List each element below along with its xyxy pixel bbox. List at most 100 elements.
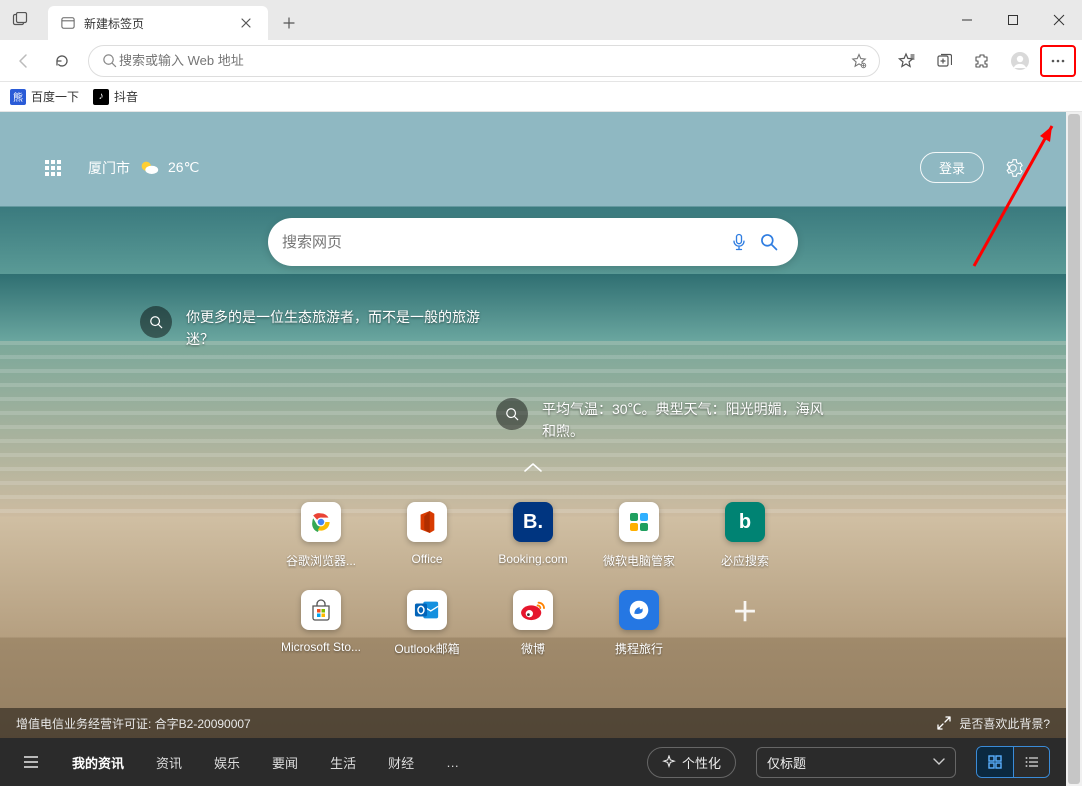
scrollbar-thumb[interactable]: [1068, 114, 1080, 784]
footer-disclaimer: 增值电信业务经营许可证: 合字B2-20090007 是否喜欢此背景?: [0, 708, 1066, 738]
back-button[interactable]: [6, 45, 42, 77]
nav-cat-top[interactable]: 要闻: [266, 749, 304, 776]
bing-icon: b: [725, 502, 765, 542]
sparkle-icon: [662, 755, 676, 769]
search-icon: [496, 398, 528, 430]
refresh-button[interactable]: [44, 45, 80, 77]
outlook-icon: [407, 590, 447, 630]
ntp-settings-button[interactable]: [1000, 155, 1026, 181]
profile-button[interactable]: [1002, 45, 1038, 77]
tab-close-button[interactable]: [236, 13, 256, 33]
new-tab-button[interactable]: [274, 8, 304, 38]
booking-icon: B.: [513, 502, 553, 542]
collapse-tiles-button[interactable]: [523, 462, 543, 474]
nav-cat-my-feed[interactable]: 我的资讯: [66, 749, 130, 776]
window-controls: [944, 0, 1082, 40]
voice-search-icon[interactable]: [724, 227, 754, 257]
weibo-icon: [513, 590, 553, 630]
view-grid-button[interactable]: [977, 747, 1013, 777]
search-submit-icon[interactable]: [754, 227, 784, 257]
promo-text: 平均气温：30℃。典型天气：阳光明媚，海风和煦。: [542, 398, 836, 443]
tile-label: 携程旅行: [615, 640, 663, 657]
tile-label: 微博: [521, 640, 545, 657]
douyin-icon: ♪: [93, 89, 109, 105]
tile-label: Outlook邮箱: [394, 640, 459, 657]
tile-office[interactable]: Office: [374, 500, 480, 588]
tab-actions-button[interactable]: [0, 0, 40, 40]
weather-temp: 26℃: [168, 159, 199, 176]
layout-select-value: 仅标题: [767, 753, 806, 772]
login-button[interactable]: 登录: [920, 152, 984, 183]
window-minimize-button[interactable]: [944, 0, 990, 40]
ms-store-icon: [301, 590, 341, 630]
layout-select[interactable]: 仅标题: [756, 747, 956, 778]
expand-icon[interactable]: [937, 716, 951, 730]
ctrip-icon: [619, 590, 659, 630]
promo-card-1[interactable]: 你更多的是一位生态旅游者，而不是一般的旅游迷？: [140, 306, 480, 351]
nav-cat-life[interactable]: 生活: [324, 749, 362, 776]
nav-cat-more[interactable]: …: [440, 751, 465, 774]
weather-icon: [138, 157, 160, 179]
favorite-baidu[interactable]: 熊 百度一下: [10, 88, 79, 105]
tab-title: 新建标签页: [84, 15, 228, 32]
title-bar: 新建标签页: [0, 0, 1082, 40]
view-toggle: [976, 746, 1050, 778]
search-icon: [99, 51, 119, 71]
address-bar[interactable]: [88, 45, 880, 77]
pc-manager-icon: [619, 502, 659, 542]
favorite-label: 百度一下: [31, 88, 79, 105]
favorite-star-icon[interactable]: [849, 51, 869, 71]
bg-feedback-text[interactable]: 是否喜欢此背景?: [959, 715, 1050, 732]
nav-menu-button[interactable]: [16, 747, 46, 777]
plus-icon: ＋: [725, 590, 765, 630]
tile-weibo[interactable]: 微博: [480, 588, 586, 676]
personalize-label: 个性化: [682, 753, 721, 772]
tile-label: Microsoft Sto...: [281, 640, 361, 654]
tab-strip: 新建标签页: [40, 0, 944, 40]
nav-cat-finance[interactable]: 财经: [382, 749, 420, 776]
office-icon: [407, 502, 447, 542]
view-list-button[interactable]: [1013, 747, 1049, 777]
tile-label: 微软电脑管家: [603, 552, 675, 569]
ntp-search-box[interactable]: [268, 218, 798, 266]
tile-add[interactable]: ＋: [692, 588, 798, 676]
weather-widget[interactable]: 厦门市 26℃: [88, 157, 199, 179]
nav-cat-news[interactable]: 资讯: [150, 749, 188, 776]
tile-outlook[interactable]: Outlook邮箱: [374, 588, 480, 676]
promo-card-2[interactable]: 平均气温：30℃。典型天气：阳光明媚，海风和煦。: [496, 398, 836, 443]
search-icon: [140, 306, 172, 338]
favorite-label: 抖音: [114, 88, 138, 105]
vertical-scrollbar[interactable]: [1066, 112, 1082, 786]
extensions-button[interactable]: [964, 45, 1000, 77]
license-text: 增值电信业务经营许可证: 合字B2-20090007: [16, 715, 251, 732]
tile-chrome[interactable]: 谷歌浏览器...: [268, 500, 374, 588]
settings-more-button[interactable]: [1040, 45, 1076, 77]
chrome-icon: [301, 502, 341, 542]
personalize-button[interactable]: 个性化: [647, 747, 736, 778]
promo-text: 你更多的是一位生态旅游者，而不是一般的旅游迷？: [186, 306, 480, 351]
tile-booking[interactable]: B. Booking.com: [480, 500, 586, 588]
new-tab-page: 厦门市 26℃ 登录: [0, 112, 1066, 786]
tile-ms-store[interactable]: Microsoft Sto...: [268, 588, 374, 676]
tile-bing[interactable]: b 必应搜索: [692, 500, 798, 588]
favorite-douyin[interactable]: ♪ 抖音: [93, 88, 138, 105]
tile-label: Booking.com: [498, 552, 567, 566]
tab-newtab[interactable]: 新建标签页: [48, 6, 268, 40]
tile-pc-manager[interactable]: 微软电脑管家: [586, 500, 692, 588]
favorites-button[interactable]: [888, 45, 924, 77]
ntp-search-input[interactable]: [282, 234, 724, 251]
favorites-bar: 熊 百度一下 ♪ 抖音: [0, 82, 1082, 112]
window-maximize-button[interactable]: [990, 0, 1036, 40]
annotation-arrow: [960, 112, 1066, 276]
window-close-button[interactable]: [1036, 0, 1082, 40]
weather-city: 厦门市: [88, 158, 130, 178]
address-input[interactable]: [119, 53, 849, 68]
chevron-down-icon: [933, 758, 945, 766]
tile-ctrip[interactable]: 携程旅行: [586, 588, 692, 676]
tab-favicon-icon: [60, 15, 76, 31]
apps-grid-button[interactable]: [40, 155, 66, 181]
tile-label: Office: [411, 552, 442, 566]
collections-button[interactable]: [926, 45, 962, 77]
content-area: 厦门市 26℃ 登录: [0, 112, 1082, 786]
nav-cat-entertainment[interactable]: 娱乐: [208, 749, 246, 776]
